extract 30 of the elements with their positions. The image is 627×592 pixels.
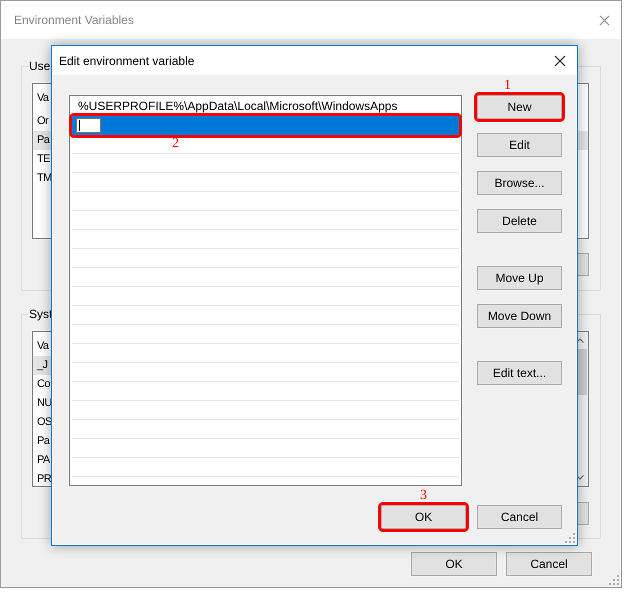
dialog-button[interactable]: Edit (477, 133, 562, 157)
dialog-button[interactable]: Edit text... (477, 361, 562, 385)
dialog-button[interactable]: OK (411, 552, 497, 576)
list-item[interactable]: _J (37, 359, 48, 371)
list-item[interactable]: Or (37, 115, 48, 127)
window-title: Environment Variables (14, 12, 134, 29)
dialog-title: Edit environment variable (59, 52, 194, 70)
dialog-button[interactable]: Browse... (477, 171, 562, 195)
dialog-button[interactable]: Delete (477, 209, 562, 233)
dialog-button[interactable]: Move Down (477, 304, 562, 328)
dialog-button[interactable]: Move Up (477, 266, 562, 290)
step-number: 3 (420, 489, 427, 503)
list-item[interactable]: Co (37, 378, 50, 390)
step-number: 2 (172, 137, 179, 151)
list-item[interactable]: PA (37, 454, 50, 466)
close-button[interactable] (553, 54, 567, 68)
step-number: 1 (504, 79, 511, 93)
resize-grip-icon (609, 575, 619, 585)
list-item[interactable]: TE (37, 153, 50, 165)
edit-field[interactable] (76, 118, 101, 133)
list-item[interactable]: OS (37, 416, 52, 428)
dialog-button[interactable]: Cancel (506, 552, 592, 576)
dialog-button[interactable]: Cancel (477, 505, 562, 529)
list-item[interactable]: Pa (37, 435, 50, 447)
list-item-text: %USERPROFILE%\AppData\Local\Microsoft\WindowsApps (77, 98, 398, 115)
resize-grip-icon (565, 533, 575, 543)
list-item[interactable]: PR (37, 473, 52, 485)
column-header: Va (37, 91, 48, 106)
list-item[interactable]: Pa (37, 134, 50, 146)
column-header: Va (37, 339, 48, 354)
